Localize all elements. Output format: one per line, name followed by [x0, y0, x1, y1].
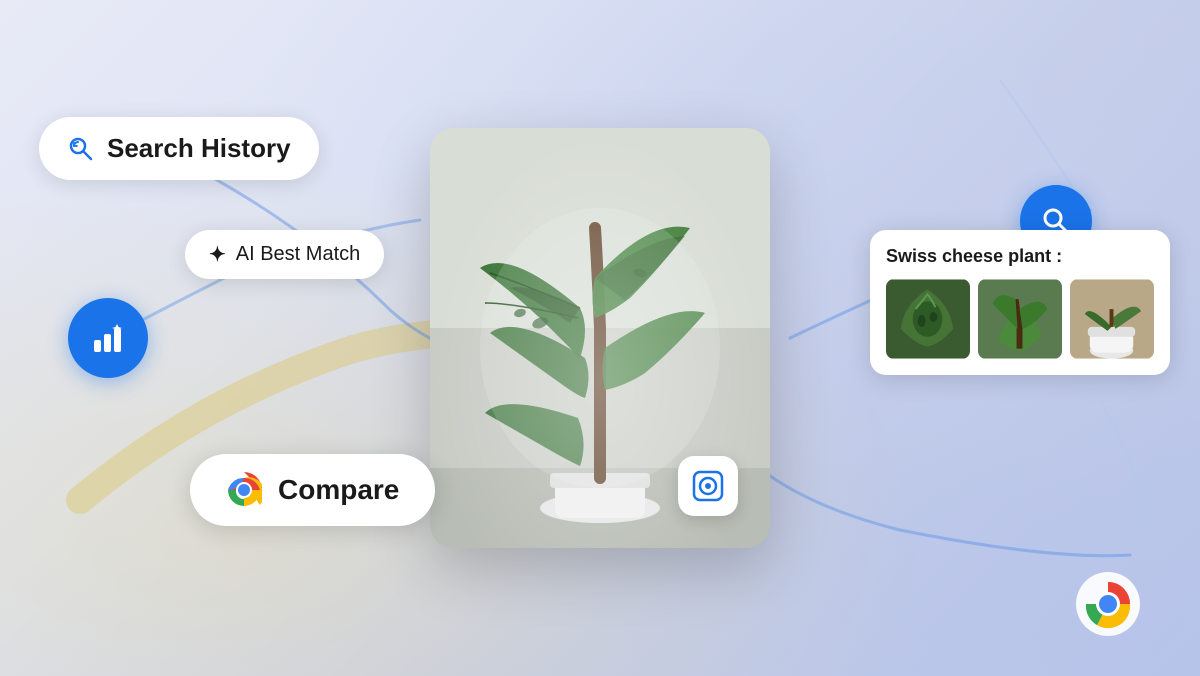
search-history-icon — [67, 135, 95, 163]
plant-thumb-2 — [978, 279, 1062, 359]
plant-card-images — [886, 279, 1154, 359]
ai-best-match-pill[interactable]: ✦ AI Best Match — [185, 230, 384, 279]
charts-circle-button[interactable] — [68, 298, 148, 378]
plant-image-container — [430, 128, 770, 548]
sparkle-icon: ✦ — [209, 242, 226, 267]
plant-thumb-1 — [886, 279, 970, 359]
plant-thumb-3 — [1070, 279, 1154, 359]
search-history-label: Search History — [107, 133, 291, 164]
charts-sparkle-icon — [88, 318, 128, 358]
chrome-logo-bottom-right — [1076, 572, 1140, 636]
swiss-cheese-plant-card[interactable]: Swiss cheese plant : — [870, 230, 1170, 375]
ai-best-match-label: AI Best Match — [236, 243, 361, 266]
compare-pill[interactable]: Compare — [190, 454, 435, 526]
lens-icon-button[interactable] — [678, 456, 738, 516]
search-history-pill[interactable]: Search History — [39, 117, 319, 180]
plant-card-title: Swiss cheese plant : — [886, 246, 1154, 267]
chrome-logo-icon — [226, 472, 262, 508]
compare-label: Compare — [278, 474, 399, 506]
